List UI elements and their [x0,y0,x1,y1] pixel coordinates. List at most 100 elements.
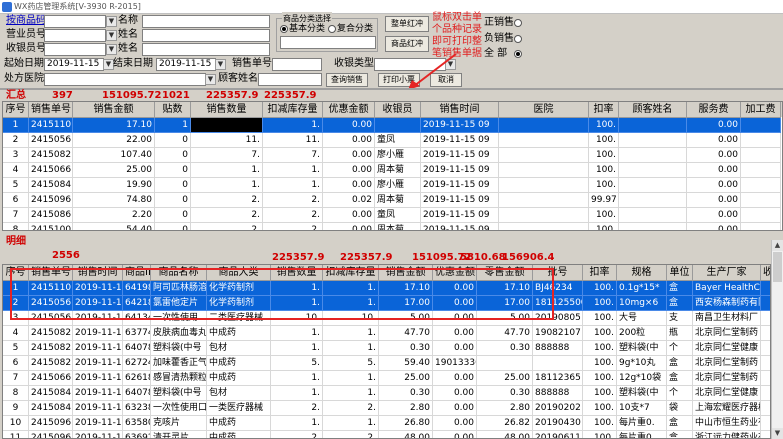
start-date-input[interactable]: 2019-11-15 [44,58,104,71]
summary-cell [499,178,589,193]
summary-col-header[interactable]: 服务费 [687,102,741,118]
end-date-dropdown[interactable]: ▼ [215,59,226,70]
query-sales-button[interactable]: 查询销售 [326,73,368,87]
cashier-no-dropdown[interactable]: ▼ [106,44,117,55]
detail-cell: 100. [583,311,617,326]
detail-cell: 0.00 [433,416,477,431]
detail-table-row[interactable]: 4 2415082 2019-11-1 63774 皮肤病血毒丸 中成药 1. 1. 47.70… [3,326,770,341]
detail-cell: 0.00 [433,431,477,438]
detail-table-row[interactable]: 11 2415096 2019-11-1 63692 清开灵片 中成药 2. 2. 48.00 0… [3,431,770,438]
whole-red-button[interactable]: 整单红冲 [385,16,429,32]
negative-sales-radio[interactable] [514,35,522,43]
summary-table-row[interactable]: 2 2415056 22.00 0 11. 11. 0.00 童凤 2019-11-15 09 1… [3,133,782,148]
summary-col-header[interactable]: 序号 [3,102,29,118]
summary-col-header[interactable]: 销售金额 [73,102,155,118]
business-no-input[interactable] [44,29,106,42]
compound-category-radio[interactable] [328,25,336,33]
detail-col-header[interactable]: 规格 [617,265,667,281]
summary-cell: 0.00 [687,163,741,178]
name3-input[interactable] [142,43,270,56]
summary-cell: 0 [155,178,191,193]
scroll-thumb[interactable] [773,252,782,282]
positive-sales-radio[interactable] [514,19,522,27]
summary-col-header[interactable]: 医院 [499,102,589,118]
summary-cell: 2415084 [29,178,73,193]
detail-table-row[interactable]: 10 2415096 2019-11-1 63580 克咳片 中成药 1. 1. 26.80 0.… [3,416,770,431]
summary-table-row[interactable]: 6 2415096 74.80 0 2. 2. 0.02 周本菊 2019-11-15 09 99… [3,193,782,208]
basic-category-radio[interactable] [280,25,288,33]
detail-table-row[interactable]: 8 2415084 2019-11-1 64078 塑料袋(中号 包材 1. 1. 0.30 0.… [3,386,770,401]
summary-cell: 童凤 [375,208,421,223]
summary-cell: 2415082 [29,148,73,163]
summary-cell: 2019-11-15 09 [421,133,499,148]
summary-table-row[interactable]: 7 2415086 2.20 0 2. 2. 0.00 童凤 2019-11-15 09 100.… [3,208,782,223]
summary-col-header[interactable]: 贴数 [155,102,191,118]
summary-table-row[interactable]: 1 2415110 17.10 1 1. 0.00 2019-11-15 09 100. 0.0… [3,118,782,133]
summary-col-header[interactable]: 扣减库存量 [263,102,323,118]
business-no-dropdown[interactable]: ▼ [106,30,117,41]
summary-cell: 0.00 [687,148,741,163]
summary-col-header[interactable]: 优惠金额 [323,102,375,118]
summary-cell: 2. [191,223,263,230]
summary-col-header[interactable]: 扣率 [589,102,619,118]
detail-col-header[interactable]: 收银 [761,265,770,281]
name-input[interactable] [142,15,270,28]
detail-cell: 中成药 [207,356,271,371]
detail-scrollbar[interactable]: ▲ ▼ [771,240,783,439]
product-code-dropdown[interactable]: ▼ [106,16,117,27]
summary-table-row[interactable]: 3 2415082 107.40 0 7. 7. 0.00 廖小雁 2019-11-15 09 1… [3,148,782,163]
summary-cell: 廖小雁 [375,178,421,193]
cashier-no-input[interactable] [44,43,106,56]
detail-table-row[interactable]: 5 2415082 2019-11-1 64078 塑料袋(中号 包材 1. 1. 0.30 0.… [3,341,770,356]
summary-col-header[interactable]: 收银员 [375,102,421,118]
detail-table-row[interactable]: 6 2415082 2019-11-1 62724 加味藿香正气 中成药 5. 5. 59.40… [3,356,770,371]
item-red-button[interactable]: 商品红冲 [385,36,429,52]
detail-table-row[interactable]: 7 2415066 2019-11-1 62618 感冒清热颗粒 中成药 1. 1. 25.00… [3,371,770,386]
sales-no-input[interactable] [272,58,322,71]
detail-cell [533,356,583,371]
summary-col-header[interactable]: 销售单号 [29,102,73,118]
category-input[interactable] [280,36,376,49]
summary-cell: 0 [155,148,191,163]
summary-cell [619,178,687,193]
detail-cell: 北京同仁堂健康 [693,386,761,401]
detail-cell: 20190611 [533,431,583,438]
detail-cell: 清开灵片 [151,431,207,438]
summary-table-row[interactable]: 4 2415066 25.00 0 1. 1. 0.00 周本菊 2019-11-15 09 10… [3,163,782,178]
all-sales-radio[interactable] [514,50,522,58]
summary-col-header[interactable]: 销售数量 [191,102,263,118]
summary-col-header[interactable]: 销售时间 [421,102,499,118]
customer-name-input[interactable] [258,73,322,86]
detail-cell [761,371,770,386]
end-date-input[interactable]: 2019-11-15 [156,58,216,71]
summary-cell: 3 [3,148,29,163]
hospital-dropdown[interactable]: ▼ [205,74,216,85]
scroll-up-icon[interactable]: ▲ [772,240,783,251]
summary-table-row[interactable]: 5 2415084 19.90 0 1. 1. 0.00 廖小雁 2019-11-15 09 10… [3,178,782,193]
summary-cell: 100. [589,133,619,148]
detail-col-header[interactable]: 生产厂家 [693,265,761,281]
product-code-input[interactable] [44,15,106,28]
detail-cell: Bayer HealthCa [693,281,761,296]
summary-cell: 7. [263,148,323,163]
summary-col-header[interactable]: 顾客姓名 [619,102,687,118]
detail-col-header[interactable]: 扣率 [583,265,617,281]
window-title: WX药店管理系统[V-3930 R-2015] [14,2,141,11]
detail-cell: 塑料袋(中 [617,386,667,401]
summary-grid[interactable]: 序号 销售单号 销售金额 贴数 销售数量 扣减库存量 优惠金额 收银员 销售时间… [2,101,783,231]
detail-cell: 每片重0. [617,431,667,438]
product-code-label[interactable]: 按商品码 [6,14,46,28]
detail-cell: 2. [323,431,379,438]
name2-input[interactable] [142,29,270,42]
summary-col-header[interactable]: 加工费 [741,102,781,118]
summary-cell: 0.00 [687,178,741,193]
detail-table-row[interactable]: 9 2415084 2019-11-1 63238 一次性使用口 一类医疗器械 2. 2. 2.… [3,401,770,416]
detail-cell: 7 [3,371,29,386]
detail-col-header[interactable]: 单位 [667,265,693,281]
hospital-input[interactable] [44,73,206,86]
detail-cell: 个 [667,341,693,356]
scroll-down-icon[interactable]: ▼ [772,428,783,439]
detail-cell: 6 [3,356,29,371]
detail-cell: 100. [583,326,617,341]
summary-table-row[interactable]: 8 2415100 54.40 0 2. 2. 0.00 周本菊 2019-11-15 09 10… [3,223,782,230]
